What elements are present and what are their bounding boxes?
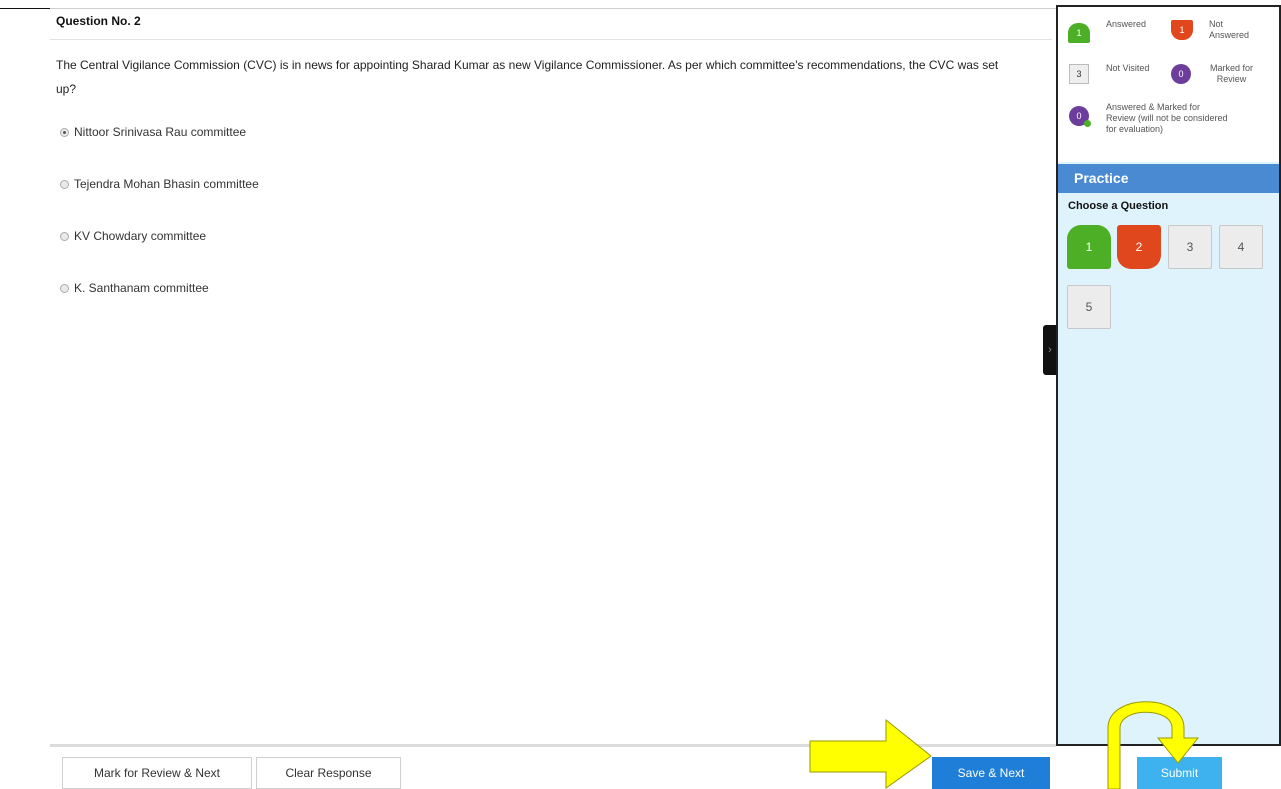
answered-icon: 1 bbox=[1068, 23, 1090, 43]
radio[interactable] bbox=[60, 179, 69, 189]
marked-review-icon: 0 bbox=[1171, 64, 1191, 84]
palette-question-5[interactable]: 5 bbox=[1067, 285, 1111, 329]
legend-not-visited-label: Not Visited bbox=[1106, 63, 1150, 73]
mark-review-next-button[interactable]: Mark for Review & Next bbox=[62, 757, 252, 789]
question-number: Question No. 2 bbox=[56, 14, 141, 28]
collapse-panel-toggle[interactable]: › bbox=[1043, 325, 1057, 375]
radio[interactable] bbox=[60, 283, 69, 293]
top-left-rule bbox=[0, 8, 50, 9]
not-answered-icon: 1 bbox=[1171, 20, 1193, 40]
annotation-arrow-uturn-icon bbox=[1107, 701, 1200, 789]
question-text: The Central Vigilance Commission (CVC) i… bbox=[56, 58, 999, 96]
option-1[interactable]: Nittoor Srinivasa Rau committee bbox=[60, 125, 246, 139]
legend-marked-label: Marked for Review bbox=[1210, 63, 1254, 84]
not-visited-icon: 3 bbox=[1069, 64, 1089, 84]
radio-selected[interactable] bbox=[60, 127, 69, 137]
status-legend: 1 Answered 1 Not Answered 3 Not Visited … bbox=[1058, 7, 1279, 162]
option-label: K. Santhanam committee bbox=[74, 281, 209, 295]
option-label: Tejendra Mohan Bhasin committee bbox=[74, 177, 259, 191]
section-title: Practice bbox=[1058, 164, 1279, 193]
palette-question-3[interactable]: 3 bbox=[1168, 225, 1212, 269]
palette-question-1[interactable]: 1 bbox=[1067, 225, 1111, 269]
legend-not-answered-label: Not Answered bbox=[1209, 19, 1250, 40]
legend-answered-label: Answered bbox=[1106, 19, 1147, 29]
option-label: Nittoor Srinivasa Rau committee bbox=[74, 125, 247, 139]
palette-question-2[interactable]: 2 bbox=[1117, 225, 1161, 269]
header-divider bbox=[50, 39, 1052, 40]
option-4[interactable]: K. Santhanam committee bbox=[60, 281, 209, 295]
question-area: Question No. 2 The Central Vigilance Com… bbox=[50, 9, 1052, 745]
save-next-button[interactable]: Save & Next bbox=[932, 757, 1050, 789]
answered-marked-icon: 0 bbox=[1069, 106, 1091, 127]
option-label: KV Chowdary committee bbox=[74, 229, 207, 243]
answered-dot-icon bbox=[1084, 120, 1091, 127]
question-palette-panel: 1 Answered 1 Not Answered 3 Not Visited … bbox=[1056, 5, 1281, 746]
radio[interactable] bbox=[60, 231, 69, 241]
palette-question-4[interactable]: 4 bbox=[1219, 225, 1263, 269]
choose-question-label: Choose a Question bbox=[1068, 200, 1169, 212]
annotation-arrow-right-icon bbox=[809, 718, 932, 789]
legend-answered-marked-label: Answered & Marked for Review (will not b… bbox=[1106, 102, 1228, 134]
option-2[interactable]: Tejendra Mohan Bhasin committee bbox=[60, 177, 259, 191]
option-3[interactable]: KV Chowdary committee bbox=[60, 229, 206, 243]
clear-response-button[interactable]: Clear Response bbox=[256, 757, 401, 789]
